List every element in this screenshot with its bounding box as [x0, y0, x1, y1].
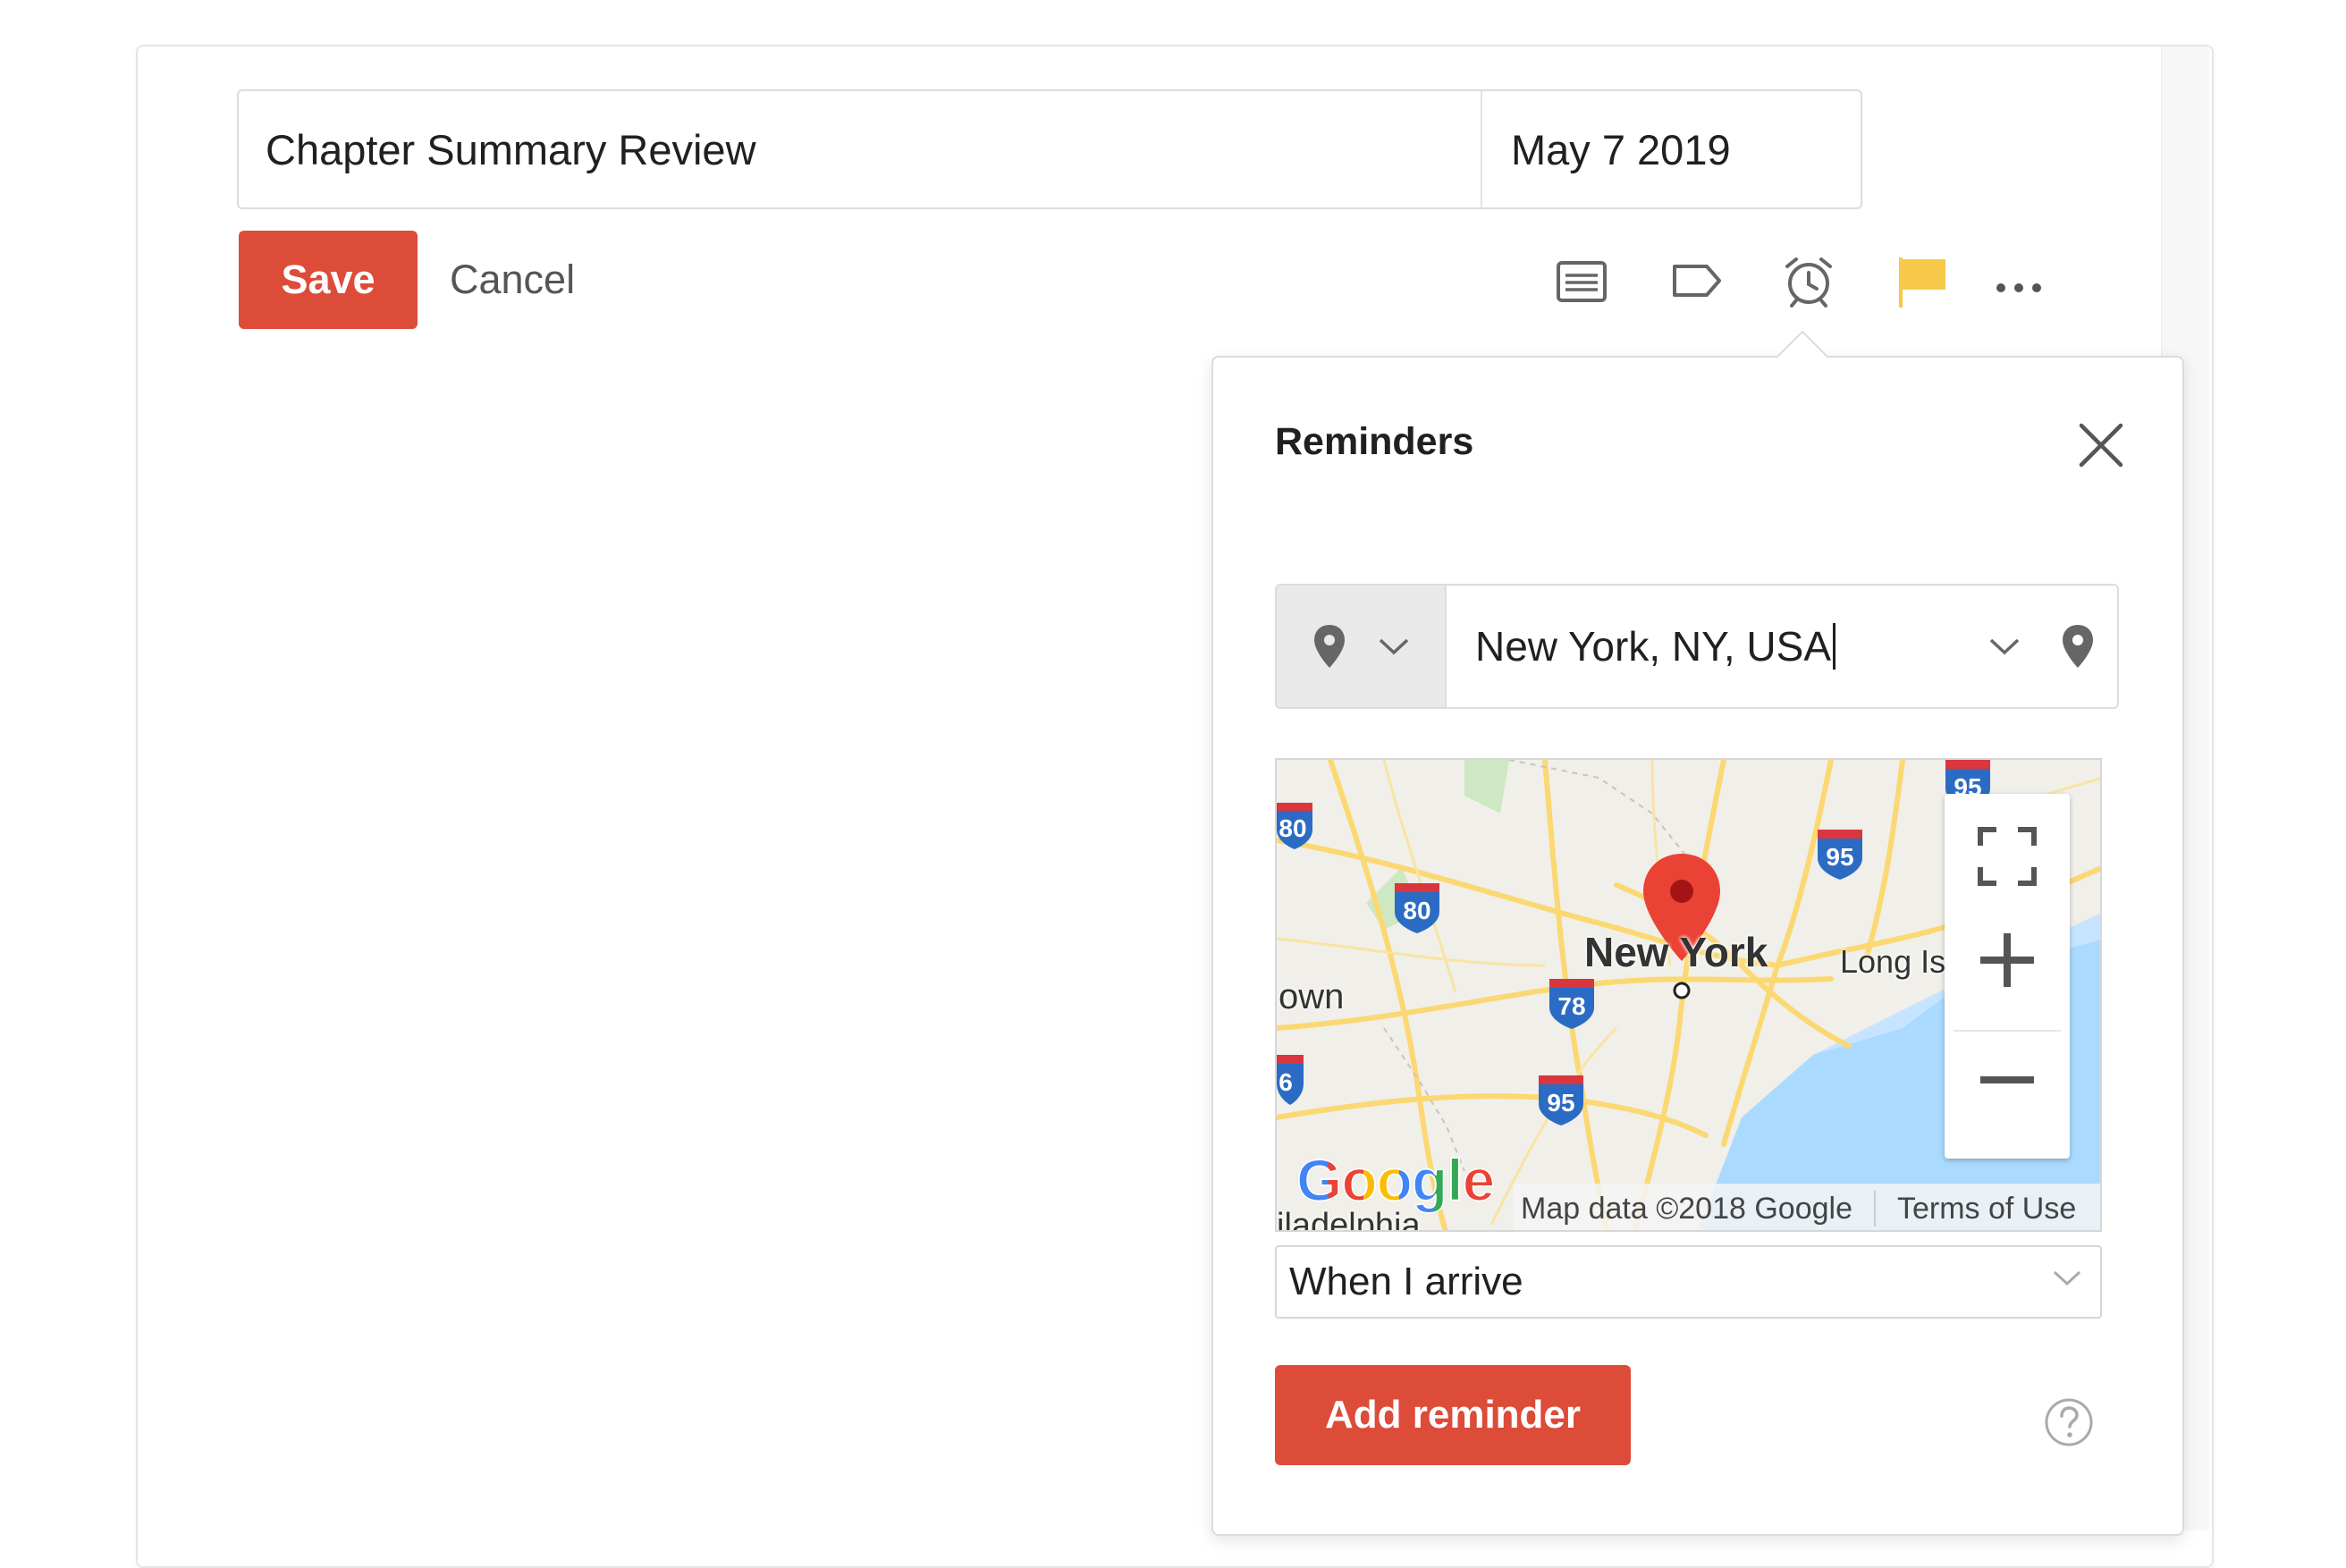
location-pin-icon — [1314, 625, 1345, 668]
map-data-attribution: Map data ©2018 Google — [1521, 1191, 1852, 1226]
fullscreen-icon[interactable] — [1977, 826, 2038, 887]
current-location-pin-icon[interactable] — [2060, 623, 2096, 670]
highway-shield-label: 95 — [1826, 843, 1853, 871]
map-place-label: Long Is — [1840, 943, 1946, 980]
chevron-down-icon[interactable] — [1988, 636, 2021, 656]
location-input[interactable]: New York, NY, USA — [1447, 586, 2117, 707]
footer-separator — [1873, 1191, 1876, 1227]
add-reminder-button[interactable]: Add reminder — [1275, 1365, 1631, 1465]
highway-shield-label: 80 — [1278, 814, 1306, 842]
map-attribution-bar: Map data ©2018 Google Terms of Use — [1514, 1184, 2100, 1230]
google-logo: Google — [1295, 1146, 1496, 1214]
task-name-input[interactable]: Chapter Summary Review — [239, 91, 1481, 207]
terms-of-use-link[interactable]: Terms of Use — [1897, 1192, 2076, 1227]
map-controls — [1945, 794, 2070, 1159]
help-icon[interactable] — [2044, 1397, 2094, 1447]
trigger-select[interactable]: When I arrive — [1275, 1245, 2102, 1319]
alarm-clock-icon[interactable] — [1780, 252, 1837, 309]
highway-shield-label: 6 — [1278, 1068, 1293, 1096]
reminders-title: Reminders — [1275, 420, 1474, 463]
highway-shield-label: 78 — [1557, 992, 1585, 1020]
location-row: New York, NY, USA — [1275, 584, 2119, 709]
reminder-type-dropdown[interactable] — [1277, 586, 1447, 707]
due-date-input[interactable]: May 7 2019 — [1481, 91, 1861, 207]
cancel-button[interactable]: Cancel — [450, 231, 575, 329]
zoom-divider — [1954, 1030, 2061, 1032]
highway-shield-label: 80 — [1403, 897, 1430, 924]
chevron-down-icon — [1379, 638, 1409, 655]
save-button[interactable]: Save — [239, 231, 418, 329]
task-editor-row: Chapter Summary Review May 7 2019 — [237, 89, 1862, 209]
highway-shield-label: 95 — [1547, 1089, 1574, 1117]
zoom-out-icon[interactable] — [1977, 1069, 2038, 1091]
location-map[interactable]: 80 80 95 78 95 6 95 New York own Long Is… — [1275, 758, 2102, 1232]
close-icon[interactable] — [2076, 420, 2126, 470]
label-icon[interactable] — [1667, 252, 1725, 309]
zoom-in-icon[interactable] — [1977, 930, 2038, 991]
trigger-value: When I arrive — [1289, 1260, 1523, 1303]
more-icon[interactable] — [1990, 252, 2047, 309]
chevron-down-icon — [2053, 1270, 2081, 1286]
location-value: New York, NY, USA — [1475, 623, 1832, 670]
map-place-label: own — [1278, 977, 1345, 1016]
flag-icon[interactable] — [1894, 252, 1951, 309]
map-city-label: New York — [1584, 929, 1768, 975]
text-caret — [1833, 623, 1836, 670]
comment-icon[interactable] — [1553, 252, 1610, 309]
